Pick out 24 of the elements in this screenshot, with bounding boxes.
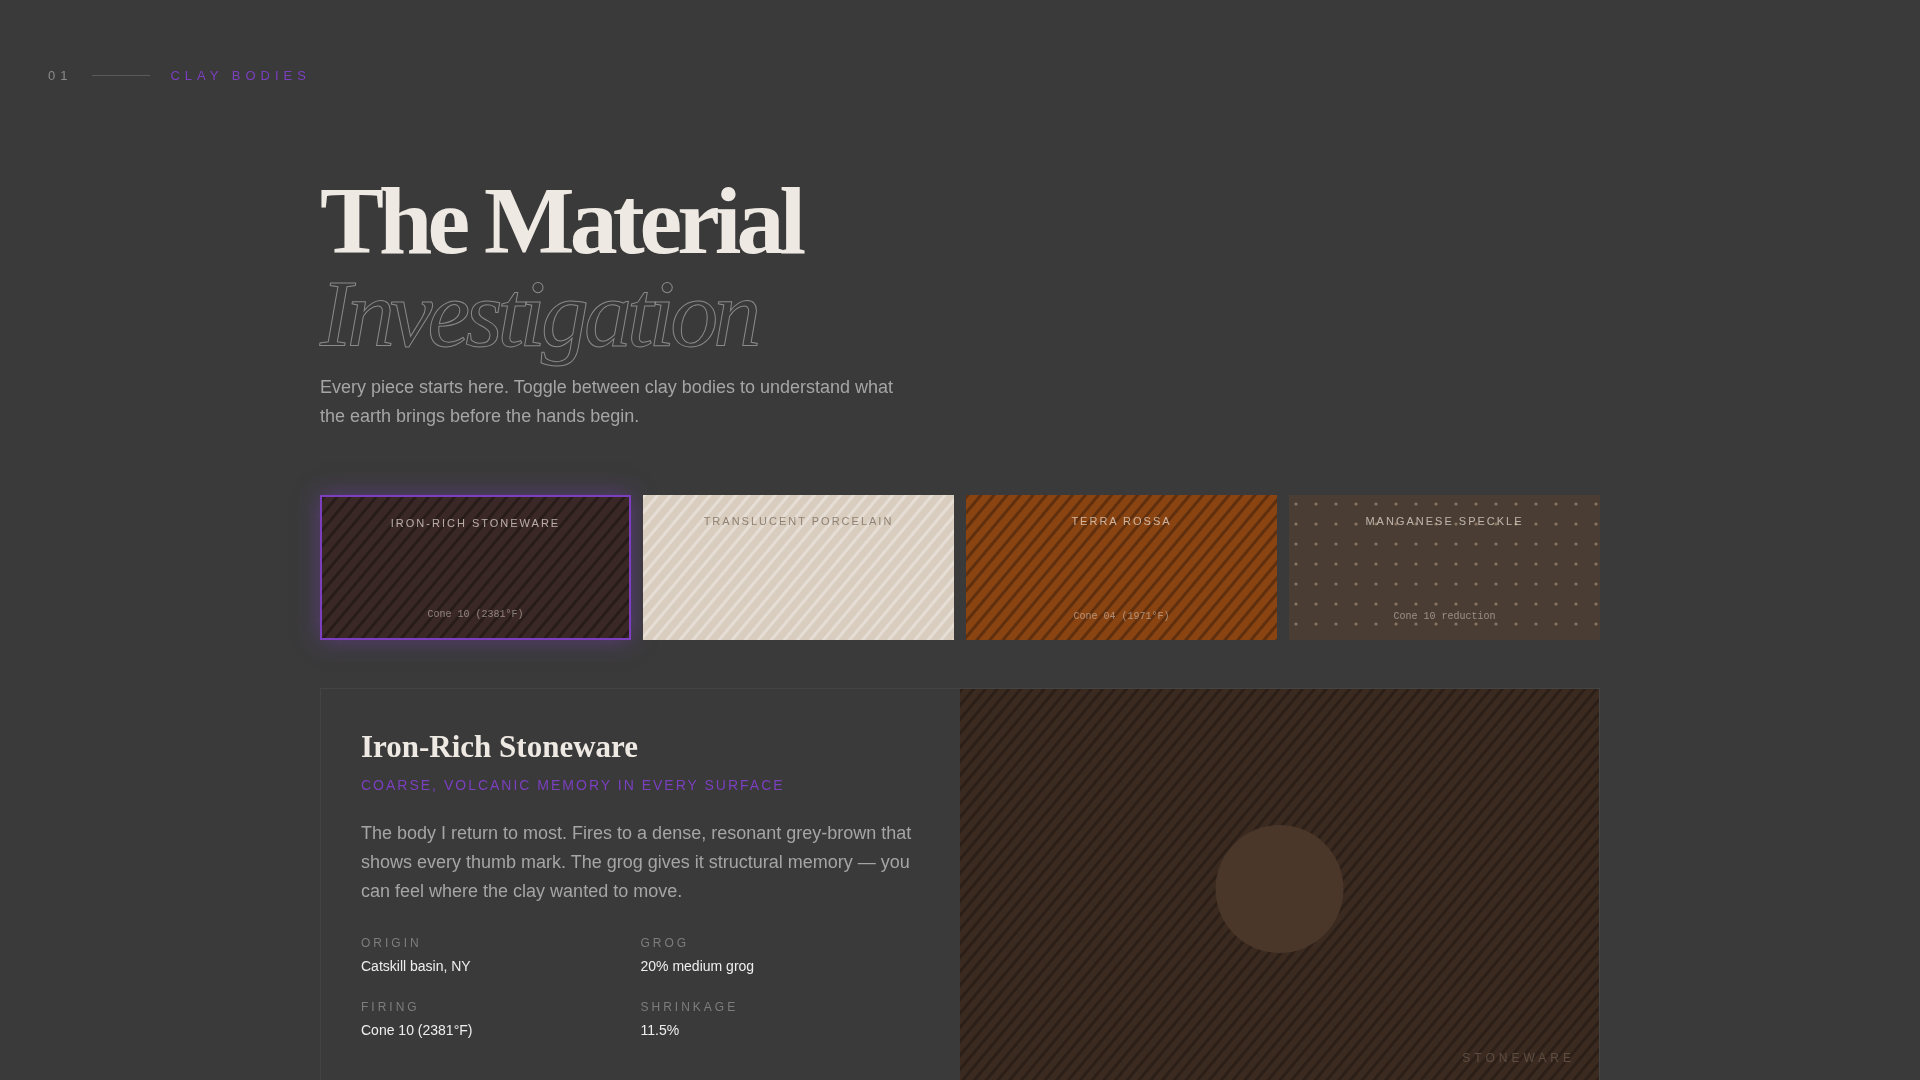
spec-label: ORIGIN <box>361 936 422 950</box>
clay-firing: Cone 04 (1971°F) <box>1073 611 1170 622</box>
clay-description: The body I return to most. Fires to a dense, resonant grey-brown that shows every thumb mark. The grog gives it structural memory — you can feel where the clay wanted to move. <box>361 822 913 903</box>
spec-value: 11.5% <box>640 1022 680 1038</box>
clay-tagline: COARSE, VOLCANIC MEMORY IN EVERY SURFACE <box>361 777 786 793</box>
spec-value: Cone 10 (2381°F) <box>361 1022 473 1038</box>
clay-name: IRON-RICH STONEWARE <box>390 517 561 529</box>
spec-label: GROG <box>640 936 690 950</box>
clay-name: TERRA ROSSA <box>1071 515 1172 527</box>
clay-card[interactable]: MANGANESE SPECKLE Cone 10 reduction <box>1289 495 1600 640</box>
spec-value: 20% medium grog <box>640 958 755 974</box>
clay-name: TRANSLUCENT PORCELAIN <box>703 515 894 527</box>
clay-name: MANGANESE SPECKLE <box>1365 515 1524 527</box>
clay-card[interactable]: TERRA ROSSA Cone 04 (1971°F) <box>966 495 1277 640</box>
section-label: CLAY BODIES <box>170 68 311 83</box>
intro-text: Every piece starts here. Toggle between clay bodies to understand what the earth brings before the hands begin. <box>320 376 894 428</box>
clay-title: Iron-Rich Stoneware <box>361 729 639 765</box>
clay-firing: Cone 10 reduction <box>1393 611 1496 622</box>
spec-value: Catskill basin, NY <box>361 958 471 974</box>
spec-label: FIRING <box>361 1000 420 1014</box>
clay-card[interactable]: IRON-RICH STONEWARE Cone 10 (2381°F) <box>320 495 631 640</box>
spec-label: SHRINKAGE <box>640 1000 739 1014</box>
clay-firing: Cone 10 (2381°F) <box>427 609 524 620</box>
section-number: 01 <box>48 68 73 83</box>
